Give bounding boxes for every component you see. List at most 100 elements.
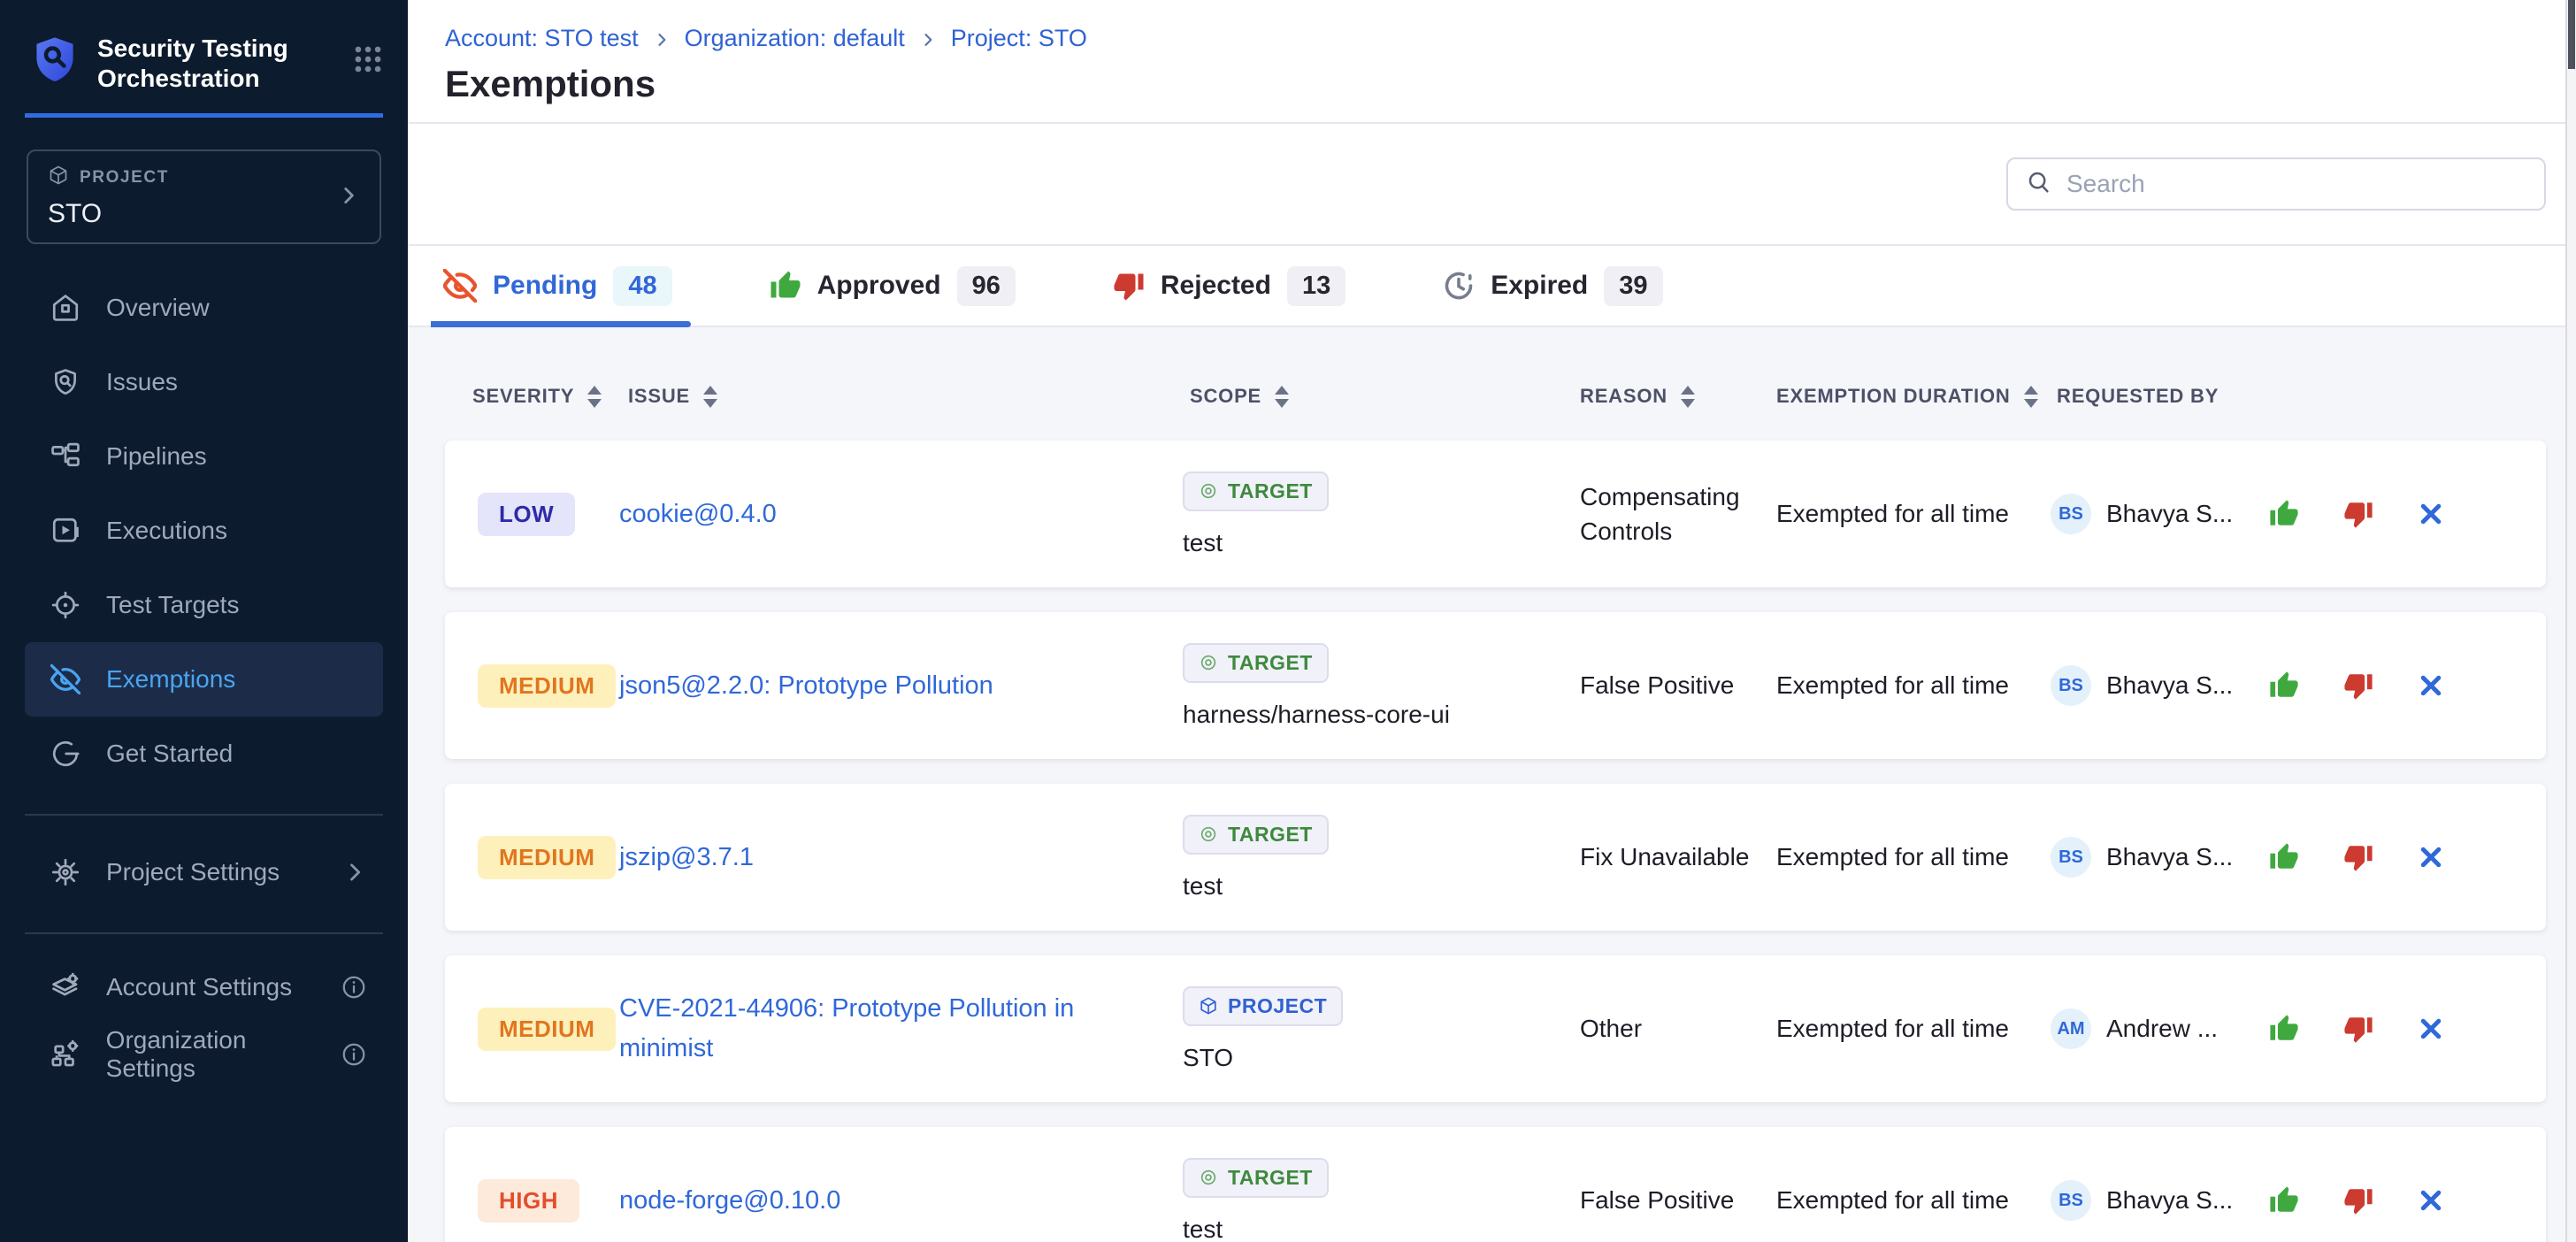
requester-name: Bhavya S... xyxy=(2106,500,2233,528)
breadcrumb-account-link[interactable]: Account: STO test xyxy=(445,25,639,52)
severity-badge: MEDIUM xyxy=(478,664,616,708)
reject-button[interactable] xyxy=(2343,499,2373,529)
tab-pending[interactable]: Pending 48 xyxy=(431,266,685,306)
reason-cell: Other xyxy=(1580,1011,1776,1046)
pipelines-icon xyxy=(50,441,81,472)
table-row: LOW cookie@0.4.0 TARGET test Compensatin… xyxy=(445,441,2546,587)
tab-rejected[interactable]: Rejected 13 xyxy=(1100,266,1358,306)
gear-icon xyxy=(50,856,81,888)
cancel-exemption-button[interactable] xyxy=(2418,672,2444,699)
project-cube-icon xyxy=(1199,996,1218,1016)
sidebar-item-label: Exemptions xyxy=(106,665,235,694)
duration-cell: Exempted for all time xyxy=(1776,668,2051,702)
chevron-right-icon xyxy=(337,184,360,210)
thumb-down-icon xyxy=(1113,270,1145,302)
requester-name: Andrew ... xyxy=(2106,1015,2218,1043)
tab-expired[interactable]: Expired 39 xyxy=(1430,266,1675,306)
severity-badge: MEDIUM xyxy=(478,1008,616,1051)
issue-link[interactable]: json5@2.2.0: Prototype Pollution xyxy=(619,666,1183,706)
reject-button[interactable] xyxy=(2343,671,2373,701)
scope-badge: PROJECT xyxy=(1183,986,1343,1026)
eye-off-icon xyxy=(443,269,477,303)
avatar: AM xyxy=(2051,1008,2091,1049)
info-icon[interactable] xyxy=(341,974,367,1000)
table-row: MEDIUM CVE-2021-44906: Prototype Polluti… xyxy=(445,955,2546,1102)
chevron-right-icon xyxy=(342,860,367,885)
cancel-exemption-button[interactable] xyxy=(2418,1016,2444,1042)
reason-cell: Compensating Controls xyxy=(1580,479,1776,548)
brand-accent-bar xyxy=(25,113,383,118)
tab-count-badge: 96 xyxy=(957,266,1016,306)
target-crosshair-icon xyxy=(50,589,81,621)
thumb-up-icon xyxy=(770,270,801,302)
project-cube-icon xyxy=(48,165,69,191)
tab-approved[interactable]: Approved 96 xyxy=(757,266,1028,306)
duration-cell: Exempted for all time xyxy=(1776,1183,2051,1217)
sidebar-nav: Overview Issues Pipelines Executions xyxy=(0,271,408,791)
breadcrumb-organization-link[interactable]: Organization: default xyxy=(685,25,905,52)
sort-icon[interactable] xyxy=(1681,386,1695,408)
issue-link[interactable]: CVE-2021-44906: Prototype Pollution in m… xyxy=(619,989,1183,1069)
scope-name: test xyxy=(1183,529,1223,557)
cancel-exemption-button[interactable] xyxy=(2418,1187,2444,1214)
approve-button[interactable] xyxy=(2269,1185,2299,1215)
info-icon[interactable] xyxy=(341,1041,367,1068)
sidebar-item-project-settings[interactable]: Project Settings xyxy=(25,835,383,909)
sort-icon[interactable] xyxy=(1275,386,1289,408)
sort-icon[interactable] xyxy=(587,386,602,408)
sort-icon[interactable] xyxy=(703,386,717,408)
issue-link[interactable]: cookie@0.4.0 xyxy=(619,494,1183,534)
sidebar-item-get-started[interactable]: Get Started xyxy=(25,717,383,791)
sidebar-item-issues[interactable]: Issues xyxy=(25,345,383,419)
eye-off-icon xyxy=(50,663,81,695)
sort-icon[interactable] xyxy=(2024,386,2038,408)
active-tab-indicator xyxy=(431,321,691,327)
table-row: MEDIUM json5@2.2.0: Prototype Pollution … xyxy=(445,612,2546,759)
reject-button[interactable] xyxy=(2343,842,2373,872)
tab-count-badge: 48 xyxy=(613,266,671,306)
main-content: Account: STO test Organization: default … xyxy=(408,0,2576,1242)
expired-clock-icon xyxy=(1443,270,1475,302)
sidebar-item-exemptions[interactable]: Exemptions xyxy=(25,642,383,717)
scope-badge: TARGET xyxy=(1183,472,1329,511)
scrollbar[interactable] xyxy=(2565,0,2576,1242)
project-selector[interactable]: PROJECT STO xyxy=(27,150,381,244)
requester-name: Bhavya S... xyxy=(2106,1186,2233,1215)
column-header-scope: SCOPE xyxy=(1183,385,1580,408)
tab-count-badge: 13 xyxy=(1287,266,1346,306)
search-input[interactable] xyxy=(2066,170,2526,198)
toolbar xyxy=(408,124,2576,246)
column-header-severity: SEVERITY xyxy=(445,385,619,408)
column-header-reason: REASON xyxy=(1580,385,1776,408)
issue-link[interactable]: node-forge@0.10.0 xyxy=(619,1181,1183,1221)
reject-button[interactable] xyxy=(2343,1014,2373,1044)
sidebar-item-overview[interactable]: Overview xyxy=(25,271,383,345)
scope-name: STO xyxy=(1183,1044,1233,1072)
target-icon xyxy=(1199,824,1218,844)
cancel-exemption-button[interactable] xyxy=(2418,501,2444,527)
breadcrumb-project-link[interactable]: Project: STO xyxy=(951,25,1087,52)
sidebar-divider xyxy=(25,814,383,816)
reject-button[interactable] xyxy=(2343,1185,2373,1215)
org-chart-gear-icon xyxy=(50,1039,81,1070)
sidebar-item-organization-settings[interactable]: Organization Settings xyxy=(25,1021,383,1088)
sidebar-item-pipelines[interactable]: Pipelines xyxy=(25,419,383,494)
sidebar-item-executions[interactable]: Executions xyxy=(25,494,383,568)
severity-badge: HIGH xyxy=(478,1179,579,1223)
issue-link[interactable]: jszip@3.7.1 xyxy=(619,838,1183,878)
sidebar-item-label: Account Settings xyxy=(106,973,292,1001)
scope-name: test xyxy=(1183,872,1223,901)
scrollbar-thumb[interactable] xyxy=(2568,0,2575,69)
sidebar-item-test-targets[interactable]: Test Targets xyxy=(25,568,383,642)
tab-label: Rejected xyxy=(1161,271,1271,301)
table-row: HIGH node-forge@0.10.0 TARGET test False… xyxy=(445,1127,2546,1242)
approve-button[interactable] xyxy=(2269,671,2299,701)
approve-button[interactable] xyxy=(2269,842,2299,872)
approve-button[interactable] xyxy=(2269,1014,2299,1044)
cancel-exemption-button[interactable] xyxy=(2418,844,2444,870)
project-selector-value: STO xyxy=(48,199,169,229)
sidebar-item-account-settings[interactable]: Account Settings xyxy=(25,954,383,1021)
sidebar-item-label: Pipelines xyxy=(106,442,207,471)
approve-button[interactable] xyxy=(2269,499,2299,529)
app-grid-icon[interactable] xyxy=(351,42,385,80)
